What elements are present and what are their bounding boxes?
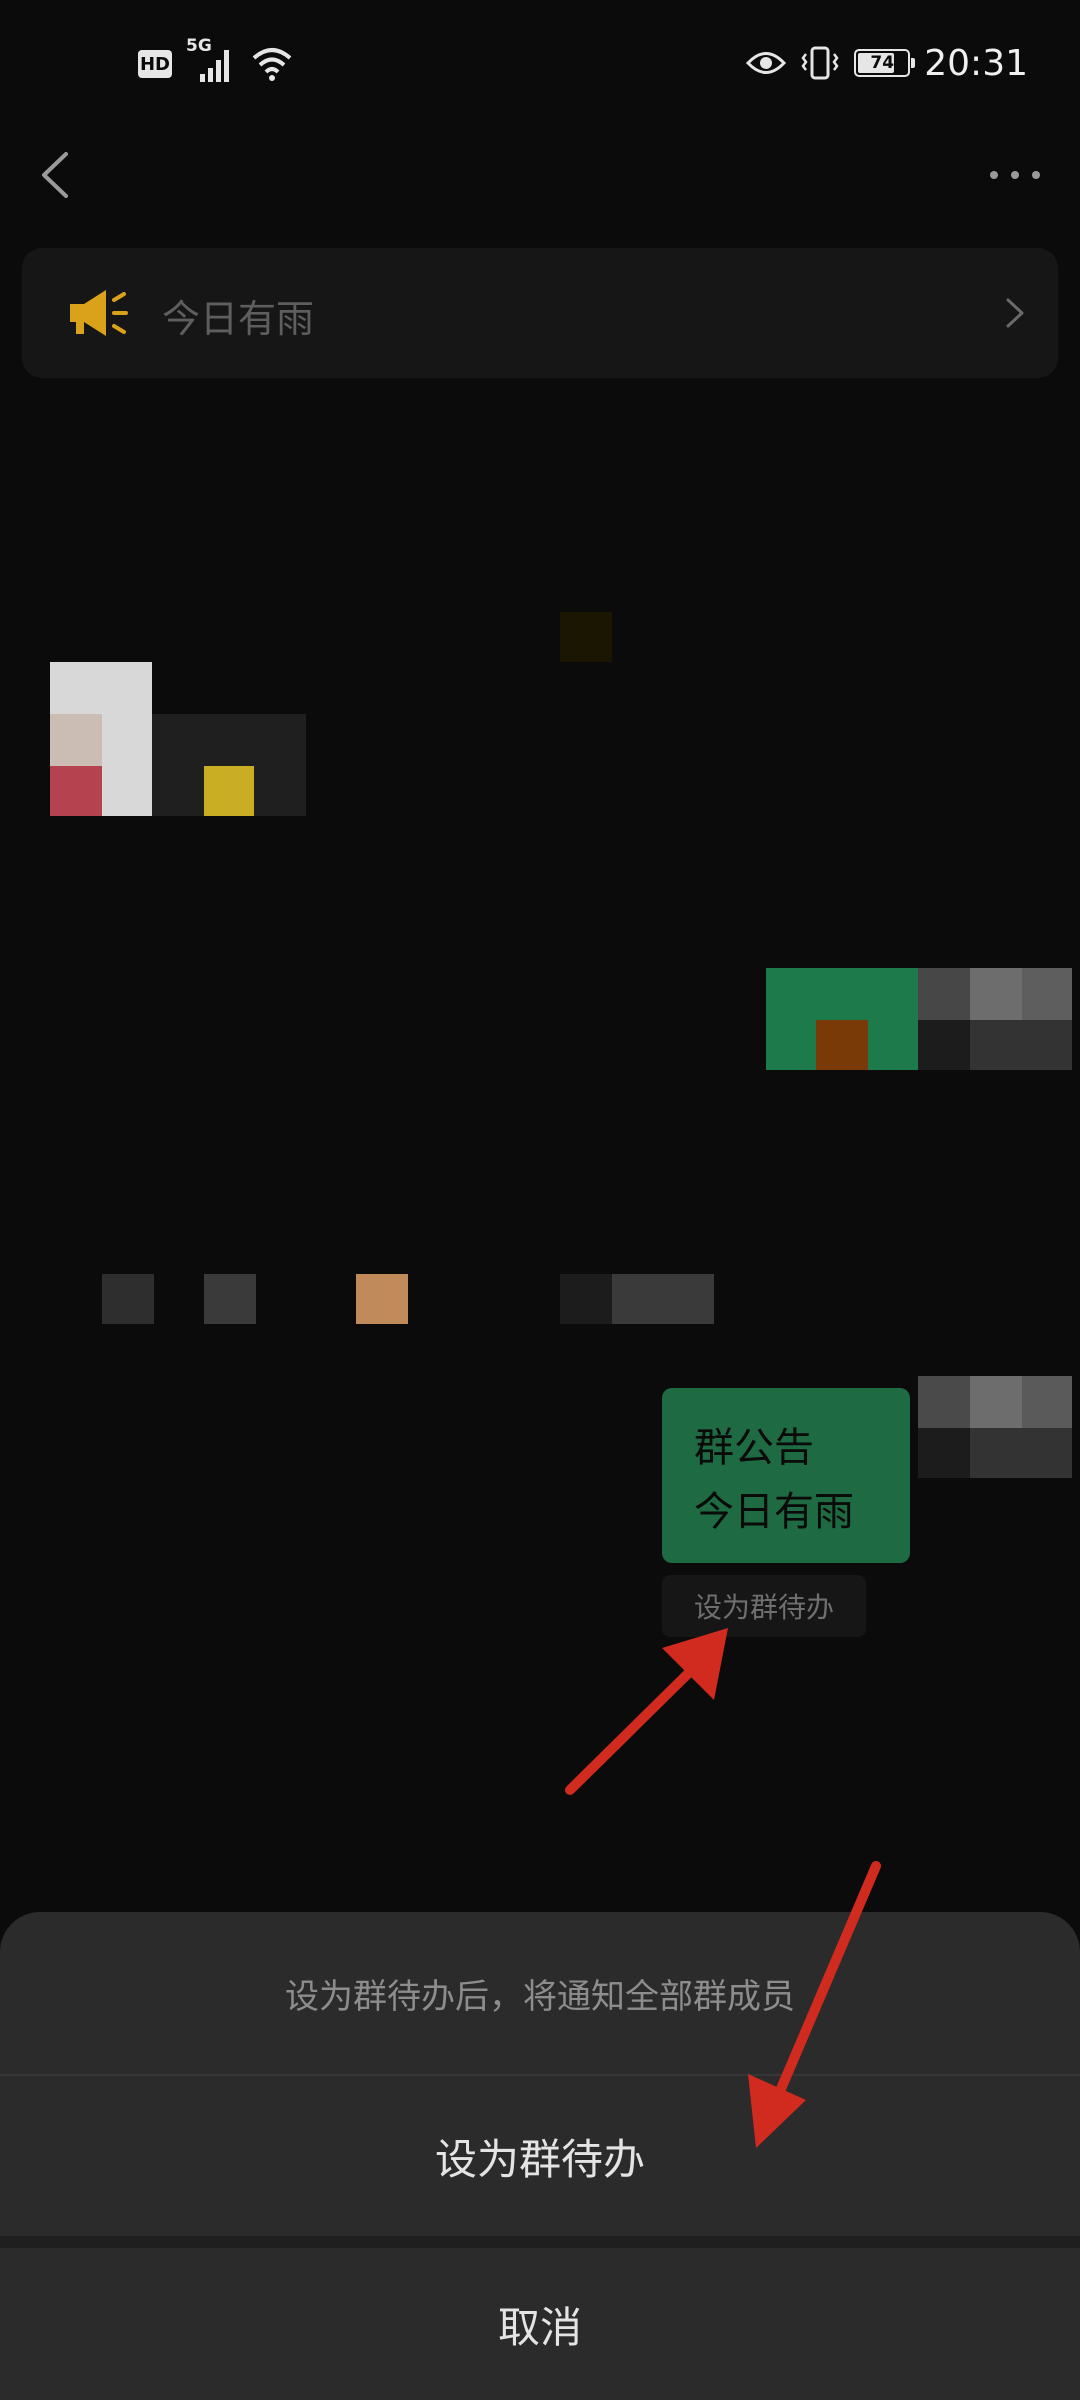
- group-announcement-bar[interactable]: 今日有雨: [22, 248, 1058, 378]
- back-button[interactable]: [30, 140, 80, 210]
- censored-block: [204, 766, 254, 816]
- censored-block: [1022, 1376, 1072, 1428]
- announcement-text: 今日有雨: [162, 297, 315, 341]
- status-left: HD 5G: [138, 36, 294, 84]
- status-time: 20:31: [924, 42, 1028, 84]
- message-bubble[interactable]: 群公告 今日有雨: [662, 1388, 910, 1563]
- megaphone-icon: [70, 290, 128, 336]
- censored-avatar: [918, 968, 970, 1020]
- signal-icon: 5G: [186, 36, 236, 84]
- censored-block: [918, 1428, 970, 1478]
- chevron-right-icon: [1006, 298, 1024, 328]
- censored-block: [356, 1274, 408, 1324]
- set-group-todo-button[interactable]: 设为群待办: [0, 2076, 1080, 2236]
- battery-icon: 74: [854, 49, 916, 77]
- message-body: 今日有雨: [694, 1489, 854, 1535]
- censored-block: [102, 1274, 154, 1324]
- wifi-icon: [252, 48, 292, 81]
- censored-block: [918, 1020, 970, 1070]
- censored-block: [816, 1020, 868, 1070]
- set-group-todo-tag[interactable]: 设为群待办: [662, 1575, 866, 1637]
- message-title: 群公告: [694, 1425, 814, 1471]
- chevron-left-icon: [42, 152, 68, 198]
- more-button[interactable]: [980, 150, 1050, 200]
- battery-level: 74: [870, 53, 895, 73]
- censored-block: [560, 1274, 612, 1324]
- annotation-arrow-up: [565, 1628, 728, 1795]
- vibrate-icon: [801, 46, 839, 80]
- chat-screen: HD 5G 74 20:31 今日有雨 群公告 今日有雨 设为群待办 设为群待办…: [0, 0, 1080, 2400]
- more-dots-icon: [990, 171, 1040, 179]
- censored-block: [204, 1274, 256, 1324]
- status-right: 74 20:31: [746, 38, 1028, 88]
- censored-block: [970, 1428, 1072, 1478]
- cancel-button[interactable]: 取消: [0, 2248, 1080, 2400]
- censored-block: [970, 1376, 1022, 1428]
- censored-avatar: [918, 1376, 970, 1428]
- censored-block: [970, 968, 1022, 1020]
- sheet-hint: 设为群待办后，将通知全部群成员: [285, 1976, 795, 2017]
- censored-block: [50, 714, 102, 766]
- hd-badge: HD: [138, 50, 172, 78]
- status-bar: HD 5G 74 20:31: [0, 0, 1080, 130]
- censored-block: [970, 1020, 1072, 1070]
- censored-block: [1022, 968, 1072, 1020]
- censored-block: [50, 766, 102, 816]
- eye-icon: [746, 52, 787, 74]
- censored-block: [560, 612, 612, 662]
- censored-block: [612, 1274, 714, 1324]
